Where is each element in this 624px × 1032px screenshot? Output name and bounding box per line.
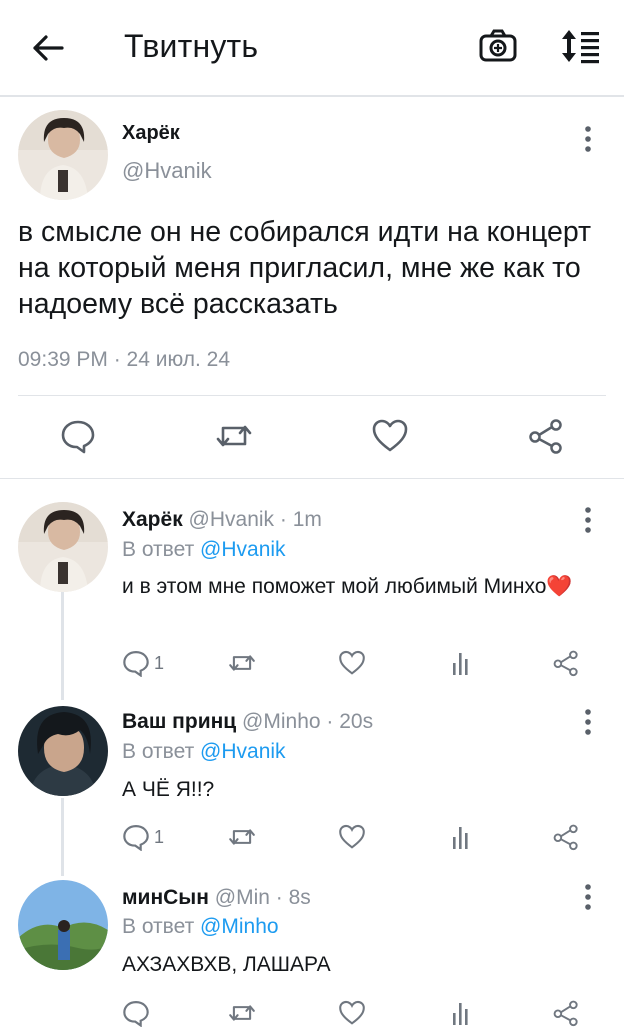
more-options-icon[interactable] xyxy=(580,124,596,154)
reply-icon xyxy=(123,1001,149,1027)
more-options-icon[interactable] xyxy=(580,505,596,535)
camera-icon[interactable] xyxy=(478,28,522,68)
share-icon[interactable] xyxy=(526,416,566,456)
mention-link[interactable]: @Hvanik xyxy=(200,538,286,561)
mention-link[interactable]: @Minho xyxy=(200,915,279,938)
reply-prefix: В ответ xyxy=(122,915,201,938)
analytics-icon[interactable] xyxy=(448,998,476,1028)
reply-avatar[interactable] xyxy=(18,880,108,970)
more-options-icon[interactable] xyxy=(580,707,596,737)
like-icon[interactable] xyxy=(338,822,366,852)
more-options-icon[interactable] xyxy=(580,882,596,912)
reply-button[interactable]: 1 xyxy=(122,822,164,852)
sort-icon[interactable] xyxy=(558,26,606,70)
analytics-icon[interactable] xyxy=(448,822,476,852)
like-icon[interactable] xyxy=(338,998,366,1028)
like-icon[interactable] xyxy=(370,416,410,456)
analytics-icon[interactable] xyxy=(448,648,476,678)
reply-author[interactable]: минСын @Min · 8s xyxy=(122,886,311,910)
reply-meta: @Hvanik · 1m xyxy=(188,508,322,531)
reply-text: и в этом мне поможет мой любимый Минхо❤️ xyxy=(122,572,592,602)
reply-author-name: Харёк xyxy=(122,508,183,531)
retweet-icon[interactable] xyxy=(228,998,256,1028)
reply-author-name: минСын xyxy=(122,886,209,909)
reply-author[interactable]: Харёк @Hvanik · 1m xyxy=(122,508,322,532)
thread-line xyxy=(61,592,64,700)
reply-button[interactable] xyxy=(122,998,154,1028)
share-icon[interactable] xyxy=(552,998,580,1028)
share-icon[interactable] xyxy=(552,822,580,852)
reply-prefix: В ответ xyxy=(122,740,201,763)
reply-avatar[interactable] xyxy=(18,706,108,796)
reply-icon[interactable] xyxy=(58,416,98,456)
share-icon[interactable] xyxy=(552,648,580,678)
reply-author-name: Ваш принц xyxy=(122,710,237,733)
divider xyxy=(18,395,606,396)
reply-text-content: и в этом мне поможет мой любимый Минхо xyxy=(122,575,547,598)
author-avatar[interactable] xyxy=(18,110,108,200)
like-icon[interactable] xyxy=(338,648,366,678)
retweet-icon[interactable] xyxy=(228,648,256,678)
reply-meta: @Min · 8s xyxy=(214,886,311,909)
reply-meta: @Minho · 20s xyxy=(242,710,374,733)
reply-text: АХЗАХВХВ, ЛАШАРА xyxy=(122,953,331,976)
author-handle[interactable]: @Hvanik xyxy=(122,158,212,184)
mention-link[interactable]: @Hvanik xyxy=(200,740,286,763)
back-arrow-icon[interactable] xyxy=(24,26,72,70)
retweet-icon[interactable] xyxy=(214,416,254,456)
reply-prefix: В ответ xyxy=(122,538,201,561)
heart-emoji: ❤️ xyxy=(546,575,573,598)
retweet-icon[interactable] xyxy=(228,822,256,852)
tweet-text: в смысле он не собирался идти на концерт… xyxy=(18,216,592,320)
reply-text: А ЧЁ Я!!? xyxy=(122,778,215,801)
top-bar: Твитнуть xyxy=(0,0,624,97)
reply-icon xyxy=(123,825,149,851)
reply-context: В ответ @Minho xyxy=(122,915,279,939)
reply-icon xyxy=(123,651,149,677)
reply-count: 1 xyxy=(154,652,165,673)
author-name[interactable]: Харёк xyxy=(122,122,180,145)
divider xyxy=(0,478,624,479)
tweet-timestamp: 09:39 PM · 24 июл. 24 xyxy=(18,348,231,371)
reply-author[interactable]: Ваш принц @Minho · 20s xyxy=(122,710,373,734)
page-title: Твитнуть xyxy=(124,28,259,64)
reply-context: В ответ @Hvanik xyxy=(122,740,286,764)
thread-line xyxy=(61,798,64,876)
reply-context: В ответ @Hvanik xyxy=(122,538,286,562)
reply-button[interactable]: 1 xyxy=(122,648,164,678)
reply-avatar[interactable] xyxy=(18,502,108,592)
reply-count: 1 xyxy=(154,826,165,847)
